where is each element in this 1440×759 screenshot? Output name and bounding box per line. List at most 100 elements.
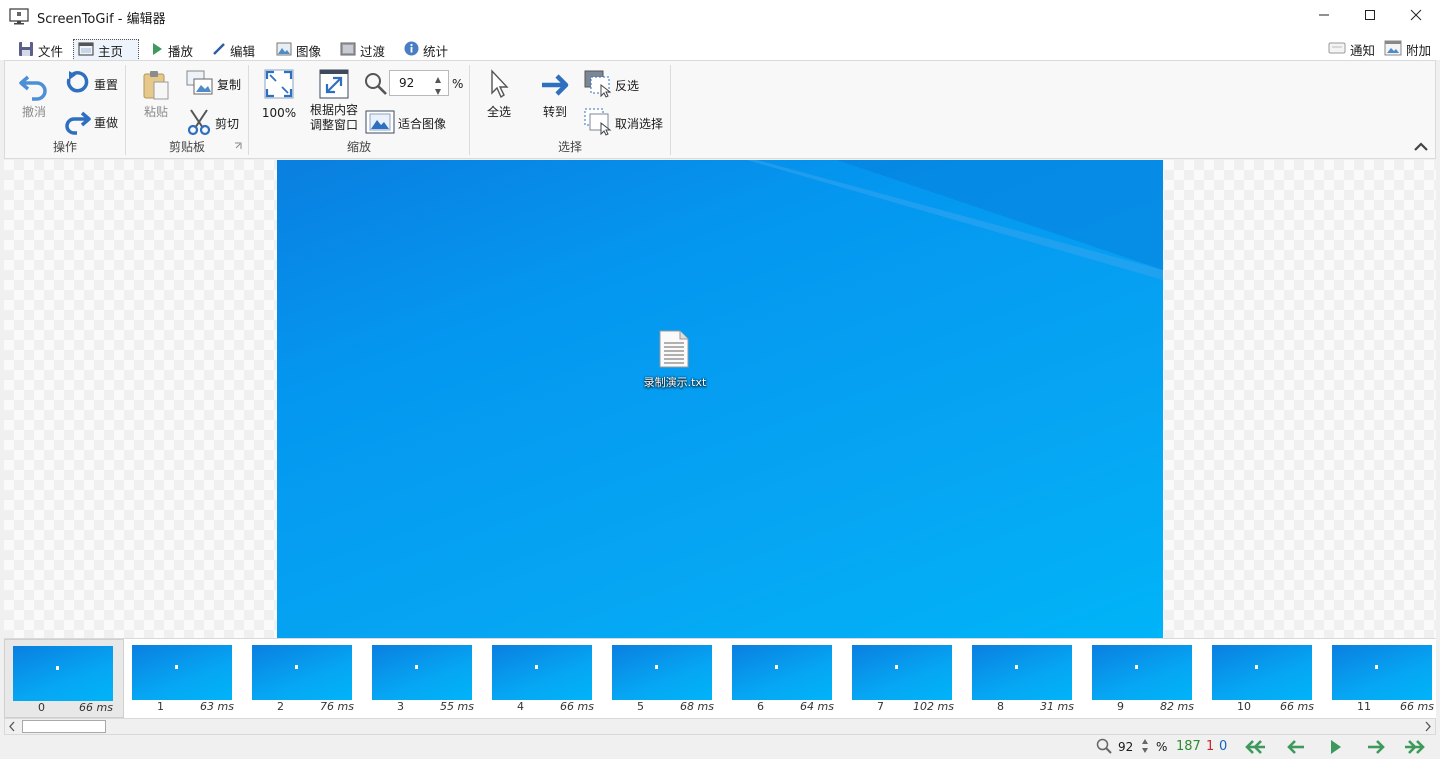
frame-item[interactable]: 1 63 ms: [124, 639, 244, 718]
frame-thumbnail: [132, 645, 232, 700]
tab-edit-label: 编辑: [230, 43, 256, 59]
tab-transition[interactable]: 过渡: [336, 39, 389, 61]
deselect-icon: [584, 108, 612, 139]
tab-home[interactable]: 主页: [73, 39, 139, 61]
paste-button[interactable]: 粘贴: [136, 69, 176, 120]
frame-item[interactable]: 11 66 ms: [1324, 639, 1436, 718]
text-file-icon[interactable]: [659, 330, 689, 371]
close-icon: [1410, 9, 1422, 24]
total-frame-count: 187: [1176, 739, 1201, 754]
frame-delay: 31 ms: [1040, 700, 1074, 713]
wallpaper-light-ray: [747, 160, 1163, 280]
fit-window-button[interactable]: 根据内容 调整窗口: [307, 69, 361, 133]
extras-icon: [1384, 40, 1402, 59]
frame-item[interactable]: 10 66 ms: [1204, 639, 1324, 718]
frame-preview[interactable]: 录制演示.txt: [277, 160, 1163, 638]
frame-item[interactable]: 4 66 ms: [484, 639, 604, 718]
cut-button[interactable]: 剪切: [186, 108, 239, 139]
tab-extras[interactable]: 附加: [1384, 38, 1431, 60]
stepper-down-icon[interactable]: [434, 85, 442, 99]
invert-selection-button[interactable]: 反选: [584, 70, 639, 101]
goto-button[interactable]: 转到: [536, 69, 574, 120]
scroll-left-icon[interactable]: [7, 721, 17, 735]
fit-image-button[interactable]: 适合图像: [365, 110, 446, 137]
frame-number: 8: [997, 700, 1004, 713]
frame-delay: 66 ms: [1280, 700, 1314, 713]
frame-delay: 76 ms: [320, 700, 354, 713]
save-icon: [18, 41, 34, 60]
deselect-button[interactable]: 取消选择: [584, 108, 663, 139]
play-preview-icon[interactable]: [1329, 739, 1343, 758]
redo-icon: [63, 107, 91, 138]
copy-icon: [186, 70, 214, 99]
canvas-area: 录制演示.txt: [4, 160, 1436, 638]
next-frame-icon[interactable]: [1366, 739, 1386, 758]
maximize-button[interactable]: [1347, 0, 1393, 32]
zoom-input[interactable]: 92: [389, 70, 449, 96]
zoom-input-value: 92: [399, 76, 415, 90]
frame-item[interactable]: 6 64 ms: [724, 639, 844, 718]
paste-label: 粘贴: [143, 105, 168, 119]
frame-item[interactable]: 7 102 ms: [844, 639, 964, 718]
frame-item[interactable]: 5 68 ms: [604, 639, 724, 718]
invert-selection-label: 反选: [615, 79, 640, 93]
scroll-right-icon[interactable]: [1423, 721, 1433, 735]
status-zoom-value[interactable]: 92: [1118, 740, 1133, 754]
clipboard-group: 粘贴 复制 剪切 剪贴板: [126, 61, 248, 158]
frame-item[interactable]: 2 76 ms: [244, 639, 364, 718]
clipboard-group-label: 剪贴板: [168, 140, 205, 154]
tab-file[interactable]: 文件: [14, 39, 67, 61]
close-button[interactable]: [1393, 0, 1439, 32]
fit-window-label-1: 根据内容: [309, 103, 358, 117]
tab-extras-label: 附加: [1406, 42, 1432, 58]
tab-image[interactable]: 图像: [272, 39, 325, 61]
cursor-arrow-icon: [484, 69, 514, 105]
first-frame-icon[interactable]: [1244, 739, 1266, 758]
frame-item[interactable]: 8 31 ms: [964, 639, 1084, 718]
selected-frame-count: 1: [1206, 739, 1215, 754]
title-bar: ScreenToGif - 编辑器: [0, 0, 1440, 34]
collapse-ribbon-icon[interactable]: [1413, 141, 1429, 156]
window-title: ScreenToGif - 编辑器: [37, 12, 166, 27]
app-monitor-icon: [9, 8, 29, 29]
frame-number: 10: [1237, 700, 1251, 713]
previous-frame-icon[interactable]: [1286, 739, 1306, 758]
frame-thumbnail: [1332, 645, 1432, 700]
frame-item[interactable]: 3 55 ms: [364, 639, 484, 718]
frame-item[interactable]: 0 66 ms: [4, 639, 124, 718]
tab-statistics[interactable]: 统计: [400, 39, 452, 61]
undo-button[interactable]: 撤消: [17, 69, 51, 120]
redo-button[interactable]: 重做: [63, 107, 118, 138]
frame-item[interactable]: 9 82 ms: [1084, 639, 1204, 718]
tab-notifications[interactable]: 通知: [1328, 38, 1375, 60]
frame-number: 4: [517, 700, 524, 713]
dialog-launcher-icon[interactable]: [234, 139, 242, 153]
pencil-icon: [212, 42, 226, 59]
tab-play[interactable]: 播放: [146, 39, 197, 61]
frame-delay: 66 ms: [79, 701, 113, 714]
transition-icon: [340, 42, 356, 59]
tab-edit[interactable]: 编辑: [208, 39, 259, 61]
horizontal-scrollbar[interactable]: [4, 718, 1436, 735]
maximize-icon: [1364, 9, 1376, 24]
zoom-100-button[interactable]: 100%: [259, 69, 299, 121]
frame-delay: 68 ms: [680, 700, 714, 713]
frame-delay: 82 ms: [1160, 700, 1194, 713]
minimize-button[interactable]: [1301, 0, 1347, 32]
zoom-100-label: 100%: [261, 106, 297, 120]
reset-button[interactable]: 重置: [63, 69, 118, 100]
select-group-label: 选择: [557, 140, 582, 154]
copy-label: 复制: [217, 78, 242, 92]
ribbon-tabs: 文件 主页 播放 编辑 图像 过渡 统计 通知 附加: [0, 34, 1440, 61]
paste-icon: [141, 69, 171, 105]
last-frame-icon[interactable]: [1404, 739, 1426, 758]
fit-image-icon: [365, 110, 395, 137]
select-all-button[interactable]: 全选: [480, 69, 518, 120]
copy-button[interactable]: 复制: [186, 70, 241, 99]
frame-number: 9: [1117, 700, 1124, 713]
frame-thumbnail: [852, 645, 952, 700]
status-stepper-icon[interactable]: [1141, 737, 1149, 758]
reset-icon: [63, 69, 91, 100]
scroll-thumb[interactable]: [22, 720, 106, 733]
select-group: 全选 转到 反选 取消选择 选择: [470, 61, 670, 158]
